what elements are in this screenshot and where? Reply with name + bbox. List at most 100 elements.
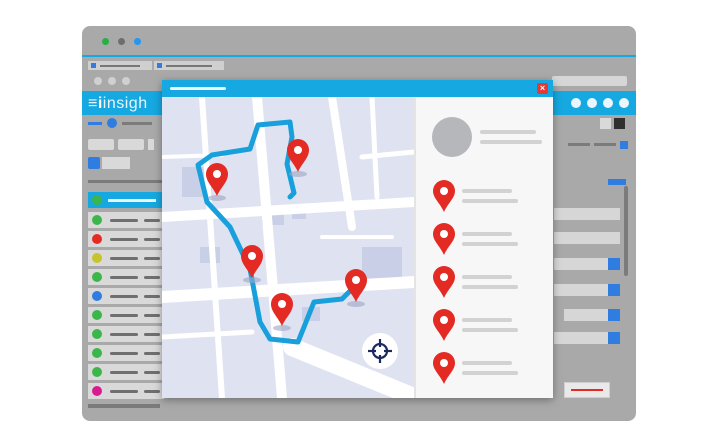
add-button-1[interactable] [88, 139, 114, 150]
location-list [416, 177, 553, 397]
row-text [144, 257, 160, 260]
table-row[interactable] [88, 250, 164, 266]
right-button[interactable] [608, 179, 626, 185]
select-field-1[interactable] [554, 258, 616, 270]
row-text [144, 333, 160, 336]
list-item-title-line [462, 232, 512, 236]
map-pin-5[interactable] [345, 269, 367, 307]
user-icon[interactable] [107, 118, 117, 128]
address-bar-right[interactable] [552, 76, 627, 86]
route-modal: × [162, 80, 553, 398]
tab-title [166, 65, 212, 67]
toolbar-right-icon[interactable] [620, 141, 628, 149]
tab-favicon [91, 63, 96, 68]
row-text [144, 390, 160, 393]
row-text [144, 295, 160, 298]
header-action-3[interactable] [603, 98, 613, 108]
chevron-down-icon[interactable] [608, 284, 620, 296]
form-button-label [571, 389, 603, 391]
row-text [144, 371, 160, 374]
grid-view-icon[interactable] [614, 118, 625, 129]
list-view-icon[interactable] [600, 118, 611, 129]
locate-button[interactable] [362, 333, 398, 369]
chevron-down-icon[interactable] [608, 309, 620, 321]
table-row[interactable] [88, 364, 164, 380]
lock-icon [92, 253, 102, 263]
forward-icon[interactable] [108, 77, 116, 85]
location-list-item[interactable] [416, 220, 553, 260]
row-text [144, 352, 160, 355]
lock-icon [92, 291, 102, 301]
row-text [110, 295, 138, 298]
reload-icon[interactable] [122, 77, 130, 85]
table-row[interactable] [88, 212, 164, 228]
lock-icon [92, 272, 102, 282]
header-action-1[interactable] [571, 98, 581, 108]
map-canvas[interactable] [162, 97, 414, 398]
row-text [110, 238, 138, 241]
row-text [110, 314, 138, 317]
chevron-down-icon[interactable] [608, 258, 620, 270]
location-list-item[interactable] [416, 349, 553, 389]
row-text [110, 219, 138, 222]
nav-controls [90, 75, 160, 87]
chevron-down-icon[interactable] [608, 332, 620, 344]
location-pin-icon [433, 180, 455, 212]
browser-tab-1[interactable] [88, 61, 152, 70]
header-action-2[interactable] [587, 98, 597, 108]
location-pin-icon [433, 266, 455, 298]
form-button[interactable] [564, 382, 610, 398]
table-row[interactable] [88, 231, 164, 247]
browser-tab-2[interactable] [154, 61, 224, 70]
more-button[interactable] [148, 139, 154, 150]
scrollbar[interactable] [624, 186, 628, 276]
close-button[interactable]: × [537, 83, 548, 94]
tab-title [100, 65, 140, 67]
close-icon: × [539, 83, 546, 93]
lock-icon [92, 329, 102, 339]
lock-icon [92, 215, 102, 225]
locate-button-bg [362, 333, 398, 369]
search-input[interactable] [102, 157, 130, 169]
toolbar-right-text-2 [594, 143, 616, 146]
window-dot-blue[interactable] [134, 38, 141, 45]
horizontal-scrollbar[interactable] [88, 404, 160, 408]
window-dot-gray[interactable] [118, 38, 125, 45]
select-field-2[interactable] [554, 284, 616, 296]
app-logo[interactable]: ≡iinsigh [88, 95, 148, 113]
search-icon[interactable] [88, 157, 100, 169]
back-icon[interactable] [94, 77, 102, 85]
toolbar-right-text [568, 143, 590, 146]
lock-icon [92, 234, 102, 244]
location-list-item[interactable] [416, 306, 553, 346]
list-item-title-line [462, 189, 512, 193]
form-field-1[interactable] [554, 208, 620, 220]
table-row[interactable] [88, 383, 164, 399]
row-text [144, 276, 160, 279]
table-caption [88, 180, 168, 183]
map-view[interactable] [162, 97, 414, 398]
location-list-item[interactable] [416, 177, 553, 217]
table-row[interactable] [88, 345, 164, 361]
list-item-title-line [462, 275, 512, 279]
header-status-icon [92, 195, 102, 205]
table-row[interactable] [88, 269, 164, 285]
app-logo-text: insigh [102, 95, 148, 112]
table-row[interactable] [88, 307, 164, 323]
location-list-panel [414, 97, 553, 398]
add-button-2[interactable] [118, 139, 144, 150]
form-field-2[interactable] [554, 232, 620, 244]
table-row[interactable] [88, 288, 164, 304]
select-field-4[interactable] [554, 332, 616, 344]
header-action-4[interactable] [619, 98, 629, 108]
map-pin-3[interactable] [241, 245, 263, 283]
toolbar-text [122, 122, 152, 125]
select-field-3[interactable] [564, 309, 608, 321]
location-list-item[interactable] [416, 263, 553, 303]
row-text [144, 314, 160, 317]
table-header [88, 192, 164, 208]
window-dot-green[interactable] [102, 38, 109, 45]
lock-icon [92, 310, 102, 320]
row-text [110, 390, 138, 393]
table-row[interactable] [88, 326, 164, 342]
